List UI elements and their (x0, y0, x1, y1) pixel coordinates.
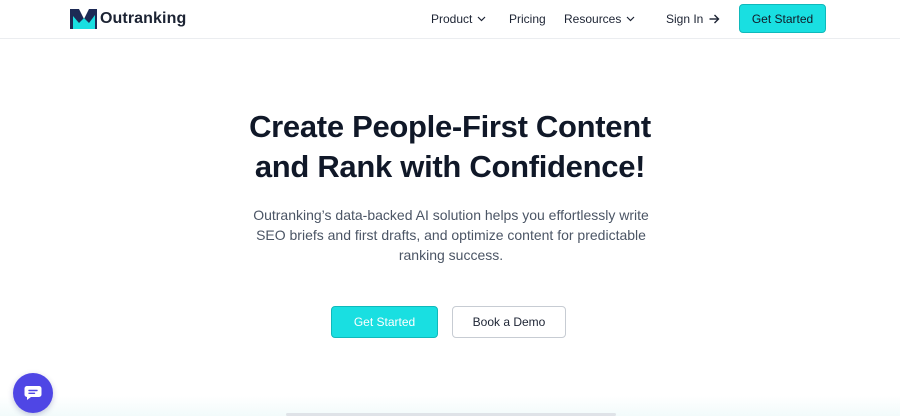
brand-logo[interactable]: Outranking (70, 6, 186, 32)
nav-pricing-link[interactable]: Pricing (509, 11, 546, 27)
nav-product-label: Product (431, 12, 473, 26)
brand-name: Outranking (100, 10, 187, 27)
nav-product-menu[interactable]: Product (431, 11, 486, 27)
nav-resources-label: Resources (564, 12, 622, 26)
header-get-started-button[interactable]: Get Started (739, 4, 826, 33)
hero-title-line-1: Create People-First Content (249, 109, 651, 144)
chevron-down-icon (477, 16, 486, 22)
chat-widget-button[interactable] (13, 373, 53, 413)
hero-subtitle: Outranking’s data-backed AI solution hel… (253, 207, 649, 263)
next-section-preview (0, 396, 900, 416)
outranking-logo-icon (70, 9, 97, 29)
hero-title-line-2: and Rank with Confidence! (254, 149, 646, 184)
get-started-button[interactable]: Get Started (331, 306, 438, 338)
sign-in-label: Sign In (666, 12, 704, 26)
chat-bubble-icon (24, 386, 42, 400)
top-navigation-bar: Outranking Product Pricing Resources Sig… (0, 0, 900, 39)
hero-title: Create People-First Content and Rank wit… (0, 107, 900, 187)
nav-resources-menu[interactable]: Resources (564, 11, 635, 27)
chevron-down-icon (626, 16, 635, 22)
book-demo-button[interactable]: Book a Demo (452, 306, 566, 338)
sign-in-link[interactable]: Sign In (666, 11, 720, 27)
arrow-right-icon (709, 14, 720, 24)
